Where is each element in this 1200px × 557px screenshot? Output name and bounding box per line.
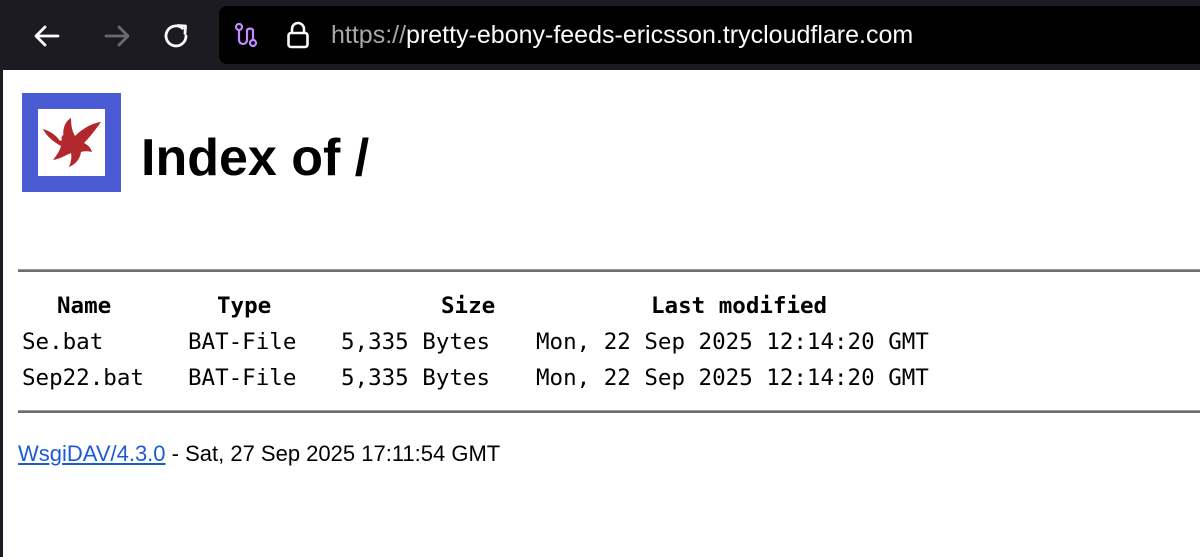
file-size: 5,335 Bytes (341, 365, 491, 391)
bird-icon (43, 118, 101, 167)
page-title: Index of / (141, 129, 370, 187)
forward-button[interactable] (95, 14, 139, 58)
footer-timestamp: - Sat, 27 Sep 2025 17:11:54 GMT (165, 441, 501, 466)
server-link[interactable]: WsgiDAV/4.3.0 (18, 441, 166, 466)
bird-logo (22, 93, 121, 192)
reload-icon (164, 24, 188, 48)
column-header-size[interactable]: Size (441, 288, 495, 324)
column-header-name[interactable]: Name (57, 288, 111, 324)
browser-toolbar: https://pretty-ebony-feeds-ericsson.tryc… (0, 0, 1200, 70)
arrow-right-icon (104, 25, 130, 47)
arrow-left-icon (34, 25, 60, 47)
divider-top (18, 269, 1200, 272)
url-scheme: https:// (331, 21, 407, 49)
divider-bottom (18, 410, 1200, 413)
file-size: 5,335 Bytes (341, 329, 491, 355)
file-type: BAT-File (188, 365, 297, 391)
back-button[interactable] (25, 14, 69, 58)
route-icon[interactable] (233, 22, 259, 48)
window-edge (0, 70, 3, 557)
lock-icon[interactable] (286, 20, 310, 50)
address-bar[interactable]: https://pretty-ebony-feeds-ericsson.tryc… (219, 6, 1200, 64)
file-modified: Mon, 22 Sep 2025 12:14:20 GMT (536, 329, 929, 355)
footer: WsgiDAV/4.3.0 - Sat, 27 Sep 2025 17:11:5… (18, 440, 500, 468)
file-modified: Mon, 22 Sep 2025 12:14:20 GMT (536, 365, 929, 391)
column-header-modified[interactable]: Last modified (651, 288, 827, 324)
logo-background (38, 109, 105, 176)
url-text[interactable]: https://pretty-ebony-feeds-ericsson.tryc… (331, 20, 913, 50)
file-type: BAT-File (188, 329, 297, 355)
file-name[interactable]: Se.bat (22, 324, 103, 360)
reload-button[interactable] (155, 14, 199, 58)
file-name[interactable]: Sep22.bat (22, 360, 144, 396)
column-header-type[interactable]: Type (217, 288, 271, 324)
url-host: pretty-ebony-feeds-ericsson.trycloudflar… (406, 21, 914, 49)
